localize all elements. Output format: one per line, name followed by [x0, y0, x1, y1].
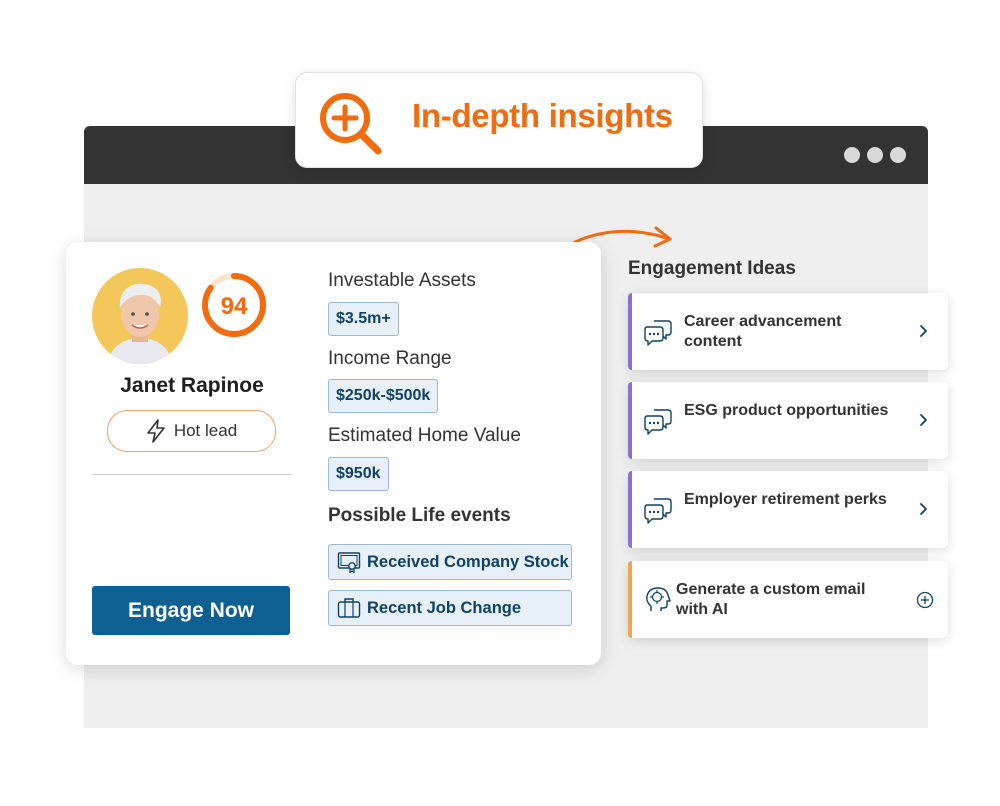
chat-bubbles-icon	[644, 320, 672, 346]
lightning-icon	[147, 419, 165, 443]
lead-score-ring: 94	[202, 273, 266, 337]
investable-assets-value: $3.5m+	[328, 302, 399, 336]
more-dots-icon[interactable]	[844, 147, 906, 163]
ai-brain-icon	[646, 587, 671, 611]
stock-certificate-icon	[337, 552, 361, 573]
idea-accent-bar	[628, 293, 632, 370]
lead-score-value: 94	[221, 293, 248, 320]
chevron-right-icon[interactable]	[918, 410, 930, 430]
search-plus-icon	[320, 93, 382, 155]
life-event-job-change[interactable]: Recent Job Change	[328, 590, 572, 626]
idea-label: ESG product opportunities	[684, 402, 889, 419]
plus-circle-icon[interactable]	[916, 591, 934, 609]
idea-label: Career advancement content	[684, 313, 842, 350]
briefcase-icon	[337, 598, 361, 618]
home-value-label: Estimated Home Value	[328, 425, 521, 446]
dot	[844, 147, 860, 163]
engage-now-button[interactable]: Engage Now	[92, 586, 290, 635]
avatar	[92, 268, 188, 364]
life-events-label: Possible Life events	[328, 505, 511, 526]
income-range-value: $250k-$500k	[328, 379, 439, 413]
chat-bubbles-icon	[644, 498, 672, 524]
lead-name: Janet Rapinoe	[120, 374, 264, 397]
idea-career-advancement[interactable]: Career advancement content	[628, 293, 948, 370]
status-label: Hot lead	[173, 421, 238, 440]
divider	[92, 474, 292, 475]
life-event-company-stock[interactable]: Received Company Stock	[328, 544, 572, 580]
idea-accent-bar	[628, 471, 632, 548]
chevron-right-icon[interactable]	[918, 499, 930, 519]
idea-ai-email[interactable]: Generate a custom email with AI	[628, 561, 948, 638]
dot	[867, 147, 883, 163]
status-badge: Hot lead	[107, 410, 276, 452]
lead-profile-card: 94 Janet Rapinoe Hot lead Engage Now Inv…	[66, 242, 601, 665]
idea-employer-retirement[interactable]: Employer retirement perks	[628, 471, 948, 548]
idea-label: Employer retirement perks	[684, 491, 887, 508]
chevron-right-icon[interactable]	[918, 321, 930, 341]
badge-title: In-depth insights	[412, 97, 673, 134]
engagement-ideas-title: Engagement Ideas	[628, 258, 796, 279]
life-event-label: Recent Job Change	[367, 598, 522, 617]
home-value-value: $950k	[328, 457, 389, 491]
life-event-label: Received Company Stock	[367, 552, 569, 571]
dot	[890, 147, 906, 163]
income-range-label: Income Range	[328, 348, 452, 369]
idea-accent-bar	[628, 382, 632, 459]
investable-assets-label: Investable Assets	[328, 270, 476, 291]
idea-accent-bar	[628, 561, 632, 638]
idea-label: Generate a custom email with AI	[676, 581, 866, 618]
insights-badge: In-depth insights	[295, 72, 703, 168]
chat-bubbles-icon	[644, 409, 672, 435]
idea-esg-product[interactable]: ESG product opportunities	[628, 382, 948, 459]
